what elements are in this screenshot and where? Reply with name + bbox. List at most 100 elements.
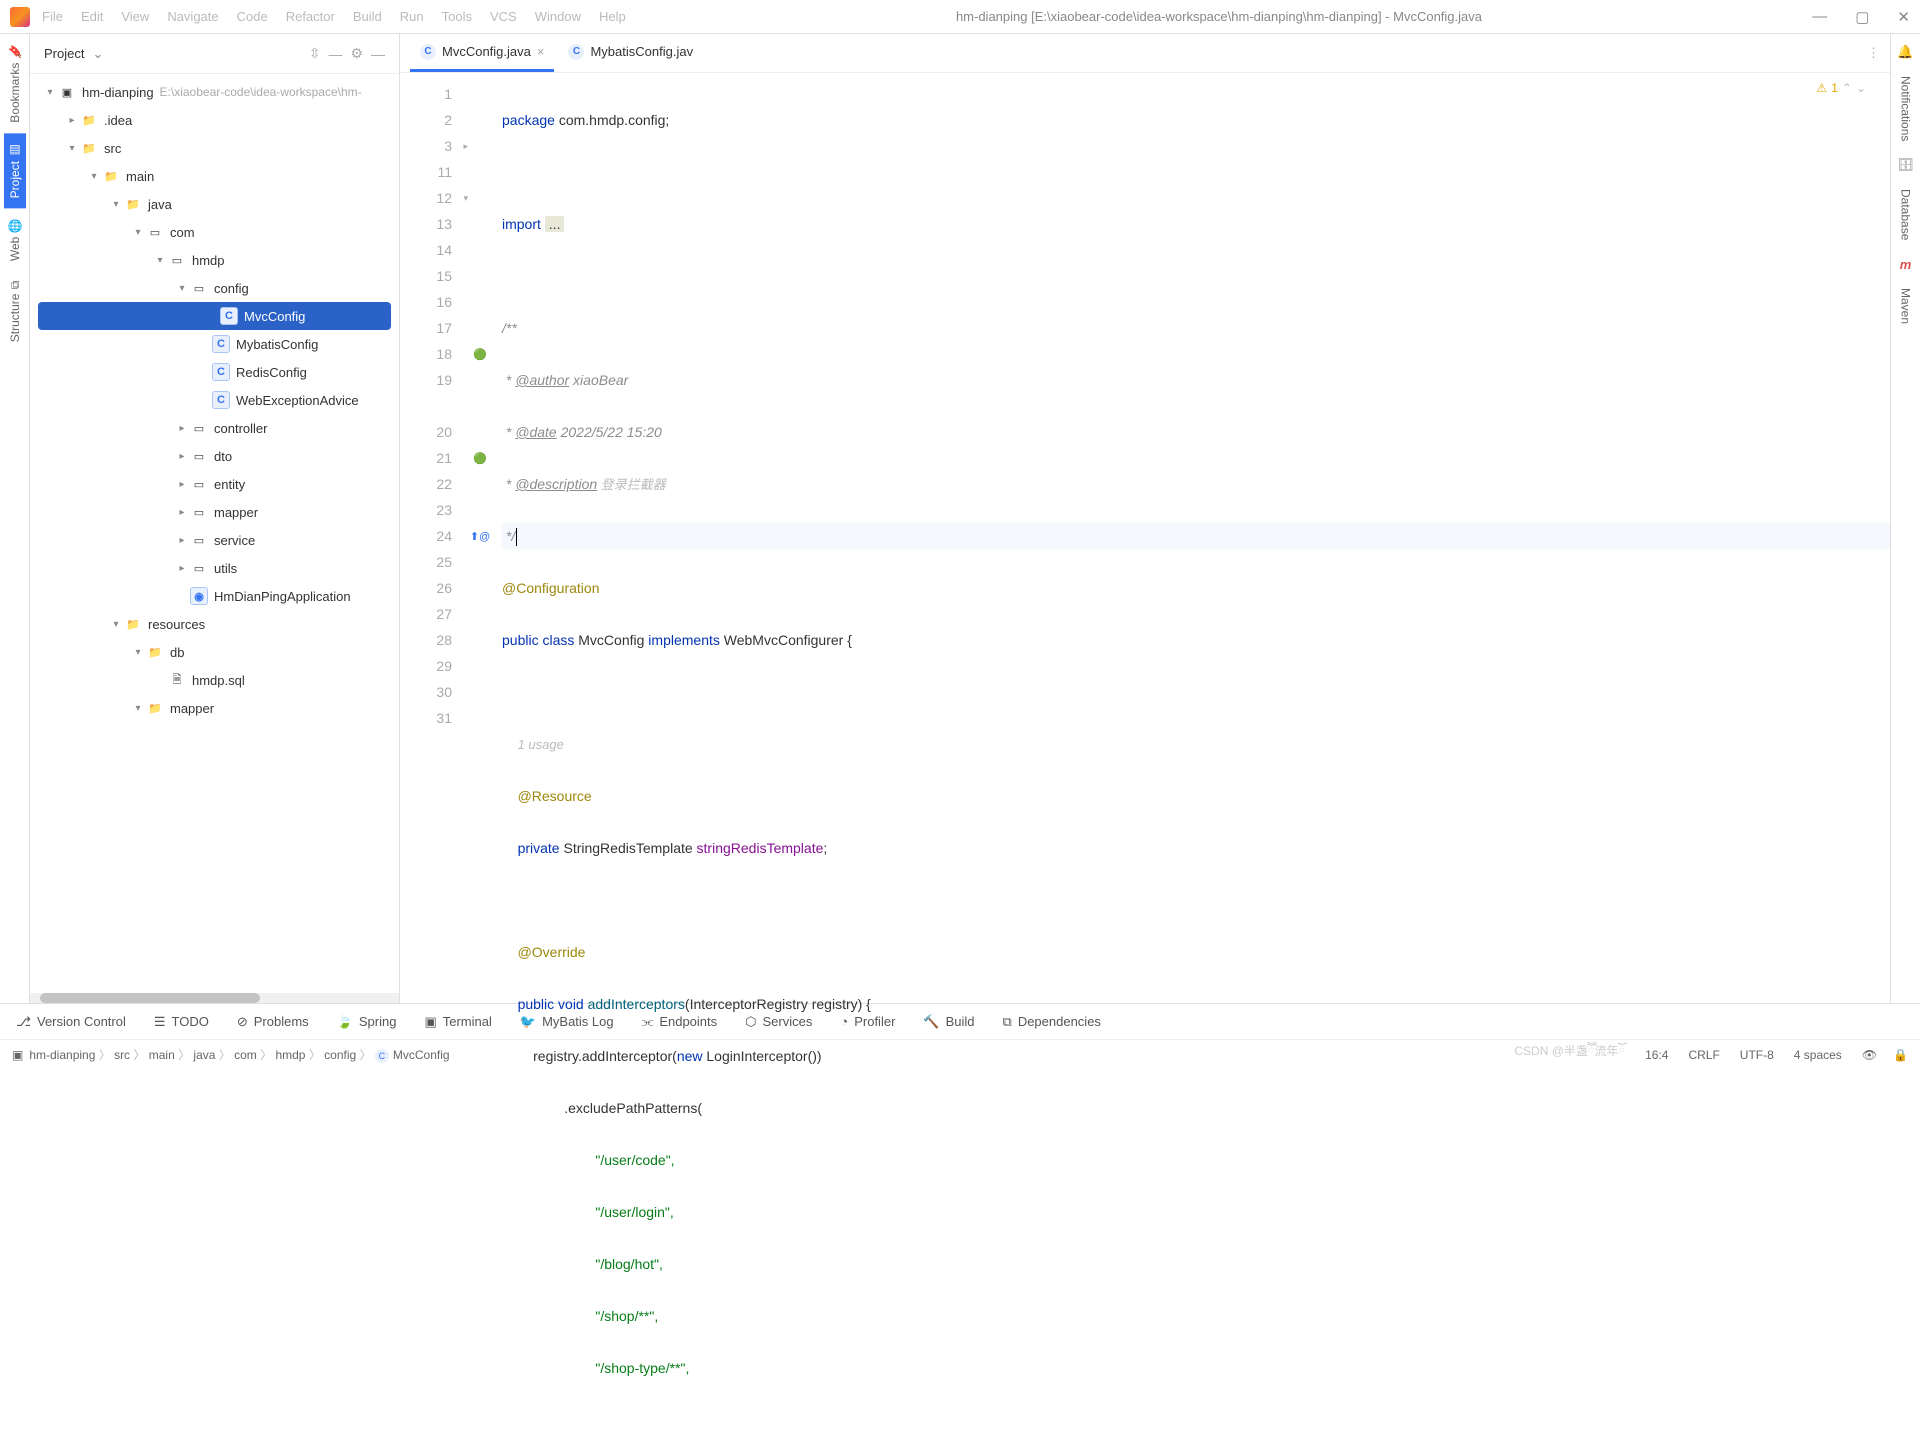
tree-arrow-icon[interactable]: ▾: [86, 171, 102, 182]
code-editor[interactable]: ⚠ 1 ⌃ ⌄ 123▸1112▾13141516171819202122232…: [400, 73, 1890, 1433]
tree-node-hmdianpingapplication[interactable]: ◉HmDianPingApplication: [30, 582, 399, 610]
code-content[interactable]: package com.hmdp.config; import ... /** …: [490, 73, 1890, 1433]
tree-arrow-icon[interactable]: ▾: [108, 619, 124, 630]
line-gutter[interactable]: 123▸1112▾1314151617181920212223242526272…: [400, 73, 470, 1433]
tree-node-webexceptionadvice[interactable]: CWebExceptionAdvice: [30, 386, 399, 414]
hide-icon[interactable]: —: [328, 46, 342, 62]
crumb-com[interactable]: com: [234, 1048, 257, 1062]
menu-help[interactable]: Help: [599, 9, 626, 24]
tree-arrow-icon[interactable]: ▸: [174, 563, 190, 574]
tree-node-com[interactable]: ▾▭com: [30, 218, 399, 246]
collapse-icon[interactable]: —: [371, 46, 385, 62]
tree-node-entity[interactable]: ▸▭entity: [30, 470, 399, 498]
expand-icon[interactable]: ⇳: [309, 45, 321, 62]
tree-node-.idea[interactable]: ▸📁.idea: [30, 106, 399, 134]
menu-view[interactable]: View: [121, 9, 149, 24]
tree-node-hm-dianping[interactable]: ▾▣hm-dianpingE:\xiaobear-code\idea-works…: [30, 78, 399, 106]
chevron-down-icon[interactable]: ⌄: [92, 46, 103, 62]
notifications-tool[interactable]: Notifications: [1895, 68, 1917, 149]
tree-arrow-icon[interactable]: ▾: [64, 143, 80, 154]
menu-build[interactable]: Build: [353, 9, 382, 24]
tree-node-mybatisconfig[interactable]: CMybatisConfig: [30, 330, 399, 358]
menu-code[interactable]: Code: [237, 9, 268, 24]
crumb-src[interactable]: src: [114, 1048, 130, 1062]
tab-menu-icon[interactable]: ⋮: [1867, 45, 1880, 61]
tree-node-config[interactable]: ▾▭config: [30, 274, 399, 302]
minimize-button[interactable]: —: [1812, 8, 1827, 26]
crumb-java[interactable]: java: [193, 1048, 215, 1062]
menu-vcs[interactable]: VCS: [490, 9, 517, 24]
toolwin-problems[interactable]: ⊘Problems: [237, 1014, 309, 1030]
toolwin-version-control[interactable]: ⎇Version Control: [16, 1014, 126, 1030]
tree-arrow-icon[interactable]: ▸: [174, 423, 190, 434]
crumb-hm-dianping[interactable]: hm-dianping: [29, 1048, 95, 1062]
tree-arrow-icon[interactable]: ▾: [152, 255, 168, 266]
close-button[interactable]: ✕: [1897, 8, 1910, 26]
bookmarks-tool[interactable]: Bookmarks🔖: [4, 34, 26, 133]
maven-tool[interactable]: Maven: [1895, 280, 1917, 332]
fold-ellipsis[interactable]: ...: [545, 216, 565, 232]
tree-arrow-icon[interactable]: ▾: [130, 647, 146, 658]
tree-node-mapper[interactable]: ▾📁mapper: [30, 694, 399, 722]
database-icon[interactable]: 🗄: [1897, 157, 1914, 173]
tree-arrow-icon[interactable]: ▾: [130, 227, 146, 238]
tree-node-mapper[interactable]: ▸▭mapper: [30, 498, 399, 526]
menu-window[interactable]: Window: [535, 9, 581, 24]
maximize-button[interactable]: ▢: [1855, 8, 1869, 26]
down-arrow-icon[interactable]: ⌄: [1856, 81, 1866, 95]
web-tool[interactable]: Web🌐: [4, 208, 26, 271]
tree-node-redisconfig[interactable]: CRedisConfig: [30, 358, 399, 386]
tree-node-dto[interactable]: ▸▭dto: [30, 442, 399, 470]
tree-node-main[interactable]: ▾📁main: [30, 162, 399, 190]
bean-gutter-icon[interactable]: 🟢: [470, 445, 490, 471]
project-tool[interactable]: Project▤: [4, 133, 26, 208]
crumb-config[interactable]: config: [324, 1048, 356, 1062]
tree-node-resources[interactable]: ▾📁resources: [30, 610, 399, 638]
usage-hint[interactable]: 1 usage: [518, 737, 564, 752]
tree-node-hmdp.sql[interactable]: 🗎hmdp.sql: [30, 666, 399, 694]
crumb-main[interactable]: main: [149, 1048, 175, 1062]
menu-edit[interactable]: Edit: [81, 9, 103, 24]
bell-icon[interactable]: 🔔: [1897, 44, 1913, 60]
menu-tools[interactable]: Tools: [442, 9, 472, 24]
tree-node-db[interactable]: ▾📁db: [30, 638, 399, 666]
tree-arrow-icon[interactable]: ▾: [174, 283, 190, 294]
tree-arrow-icon[interactable]: ▸: [174, 451, 190, 462]
tree-arrow-icon[interactable]: ▸: [174, 479, 190, 490]
tree-node-hmdp[interactable]: ▾▭hmdp: [30, 246, 399, 274]
tree-arrow-icon[interactable]: ▾: [108, 199, 124, 210]
tree-node-controller[interactable]: ▸▭controller: [30, 414, 399, 442]
tree-node-utils[interactable]: ▸▭utils: [30, 554, 399, 582]
tree-node-service[interactable]: ▸▭service: [30, 526, 399, 554]
maven-icon[interactable]: m: [1900, 257, 1912, 272]
bean-gutter-icon[interactable]: 🟢: [470, 341, 490, 367]
tab-mvcconfig[interactable]: C MvcConfig.java ×: [410, 34, 554, 72]
gear-icon[interactable]: ⚙: [350, 45, 363, 62]
tab-mybatisconfig[interactable]: C MybatisConfig.jav: [558, 34, 703, 72]
menu-file[interactable]: File: [42, 9, 63, 24]
tree-arrow-icon[interactable]: ▾: [130, 703, 146, 714]
database-tool[interactable]: Database: [1895, 181, 1917, 248]
menu-navigate[interactable]: Navigate: [167, 9, 218, 24]
structure-tool[interactable]: Structure⧉: [4, 271, 26, 352]
override-gutter-icon[interactable]: ⬆@: [470, 523, 490, 549]
crumb-hmdp[interactable]: hmdp: [275, 1048, 305, 1062]
tree-arrow-icon[interactable]: ▸: [174, 535, 190, 546]
breadcrumbs[interactable]: hm-dianping 〉 src 〉 main 〉 java 〉 com 〉 …: [29, 1046, 449, 1063]
project-h-scrollbar[interactable]: [30, 993, 399, 1003]
menu-run[interactable]: Run: [400, 9, 424, 24]
tree-node-java[interactable]: ▾📁java: [30, 190, 399, 218]
close-tab-icon[interactable]: ×: [537, 44, 545, 59]
tree-node-mvcconfig[interactable]: CMvcConfig: [38, 302, 391, 330]
up-arrow-icon[interactable]: ⌃: [1842, 81, 1852, 95]
tool-menu-icon[interactable]: ▣: [12, 1048, 23, 1062]
toolwin-todo[interactable]: ☰TODO: [154, 1014, 209, 1030]
lock-icon[interactable]: 🔒: [1893, 1048, 1908, 1062]
tree-arrow-icon[interactable]: ▾: [42, 87, 58, 98]
menu-refactor[interactable]: Refactor: [286, 9, 335, 24]
toolwin-spring[interactable]: 🍃Spring: [337, 1014, 397, 1030]
tree-node-src[interactable]: ▾📁src: [30, 134, 399, 162]
project-tree[interactable]: ▾▣hm-dianpingE:\xiaobear-code\idea-works…: [30, 74, 399, 993]
tree-arrow-icon[interactable]: ▸: [64, 115, 80, 126]
tree-arrow-icon[interactable]: ▸: [174, 507, 190, 518]
